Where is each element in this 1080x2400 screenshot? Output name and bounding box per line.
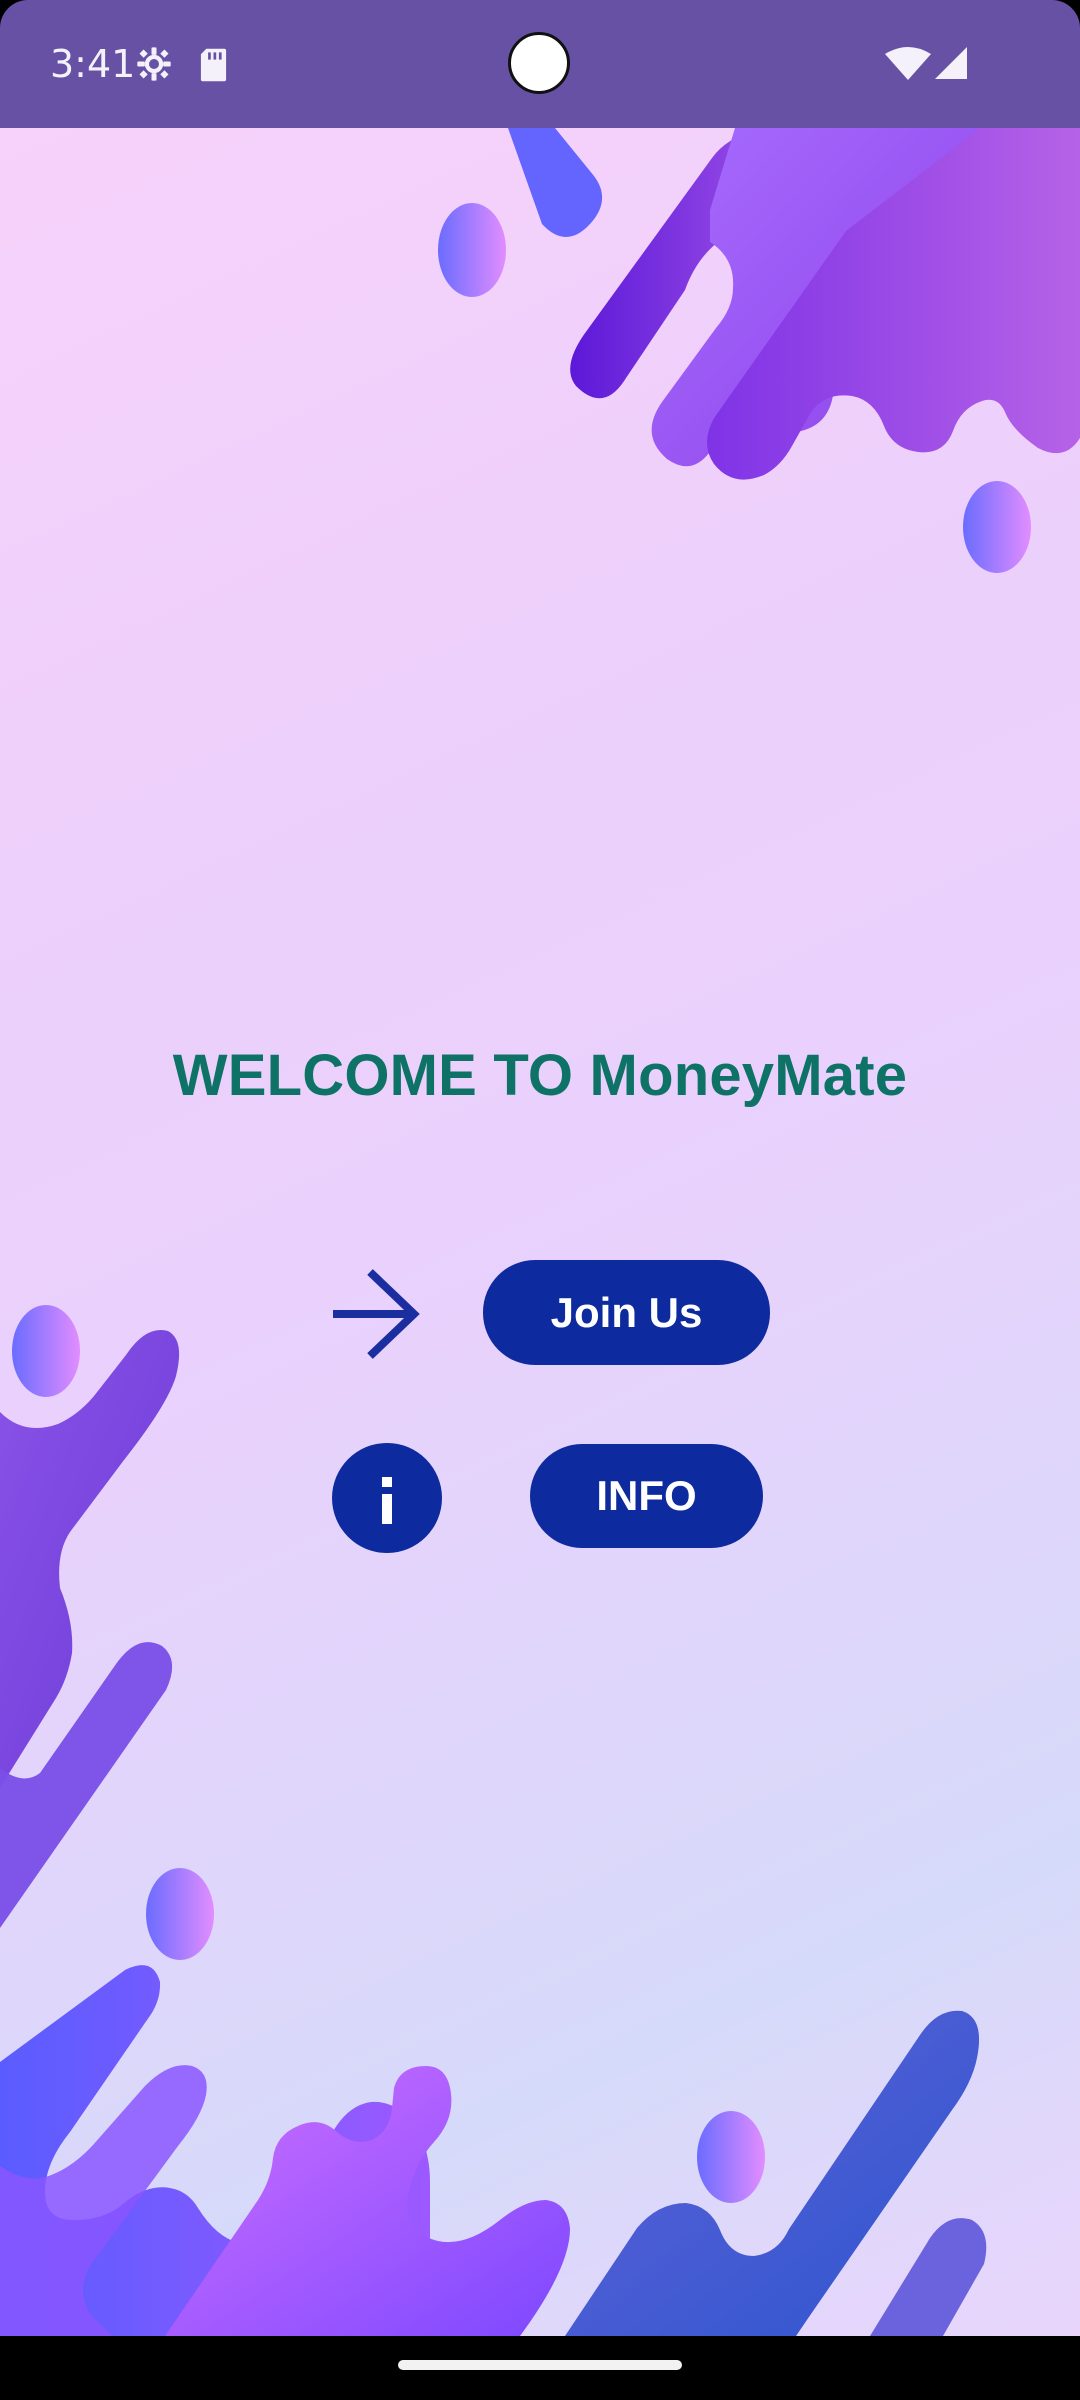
welcome-title: WELCOME TO MoneyMate bbox=[172, 1043, 908, 1108]
system-navigation-bar bbox=[0, 2336, 1080, 2400]
sd-card-icon bbox=[200, 48, 227, 82]
cellular-signal-icon bbox=[935, 47, 967, 79]
status-bar: 3:41 bbox=[0, 0, 1080, 128]
front-camera-cutout bbox=[508, 32, 570, 94]
arrow-right-icon[interactable] bbox=[330, 1268, 424, 1360]
decorative-liquid-background bbox=[0, 128, 1080, 2336]
info-icon[interactable] bbox=[332, 1443, 442, 1553]
app-screen: 3:41 WELCOME TO MoneyMate Join Us INFO bbox=[0, 0, 1080, 2400]
join-us-button[interactable]: Join Us bbox=[483, 1260, 770, 1365]
settings-gear-icon bbox=[137, 47, 171, 81]
home-indicator[interactable] bbox=[398, 2360, 682, 2370]
info-button[interactable]: INFO bbox=[530, 1444, 763, 1548]
status-time: 3:41 bbox=[50, 42, 136, 86]
info-glyph-icon bbox=[382, 1477, 392, 1524]
welcome-screen: WELCOME TO MoneyMate Join Us INFO bbox=[0, 128, 1080, 2336]
wifi-icon bbox=[885, 47, 931, 80]
